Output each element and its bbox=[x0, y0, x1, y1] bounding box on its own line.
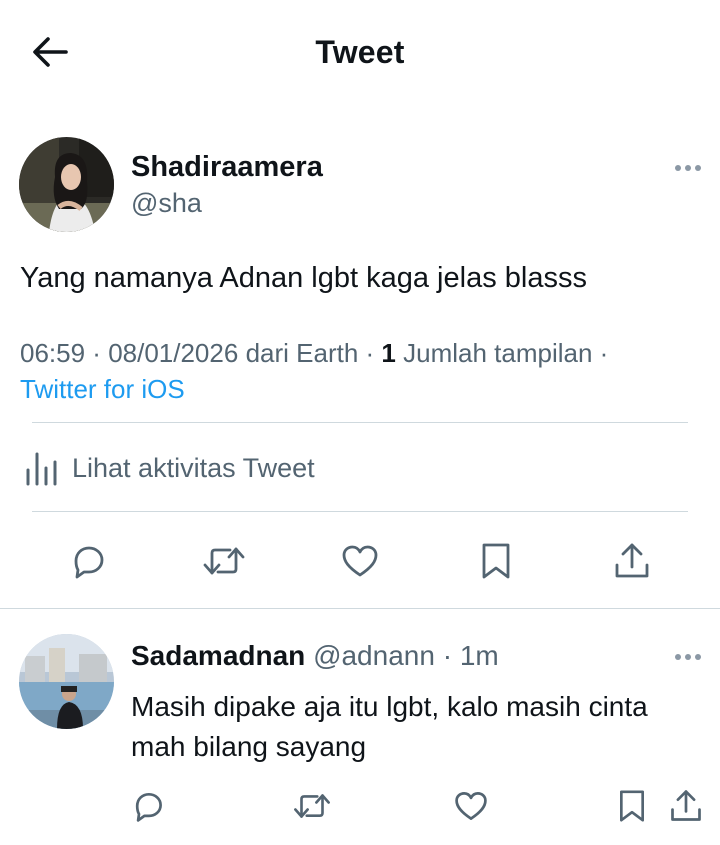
divider bbox=[32, 511, 688, 512]
reply-author-handle[interactable]: @adnann bbox=[313, 640, 435, 671]
share-icon bbox=[671, 790, 701, 821]
view-activity-button[interactable]: Lihat aktivitas Tweet bbox=[24, 446, 315, 490]
tweet-metadata: 06:59 · 08/01/2026 dari Earth · 1 Jumlah… bbox=[20, 338, 609, 404]
like-button[interactable] bbox=[336, 539, 384, 583]
reply-retweet-button[interactable] bbox=[290, 786, 334, 826]
page-title: Tweet bbox=[315, 34, 405, 70]
heart-icon bbox=[342, 545, 378, 577]
heart-icon bbox=[455, 792, 487, 820]
bookmark-button[interactable] bbox=[474, 539, 518, 583]
retweet-icon bbox=[294, 794, 330, 818]
tweet-date: 08/01/2026 bbox=[108, 338, 239, 368]
bar-chart-icon bbox=[26, 452, 57, 486]
top-bar: Tweet bbox=[0, 0, 720, 105]
share-button[interactable] bbox=[610, 539, 654, 583]
bookmark-icon bbox=[482, 543, 510, 579]
reply-header: Sadamadnan @adnann · 1m bbox=[131, 640, 499, 671]
tweet-more-button[interactable] bbox=[668, 158, 708, 178]
reply-button[interactable] bbox=[64, 539, 112, 583]
tweet-location: Earth bbox=[296, 338, 359, 368]
reply-bookmark-button[interactable] bbox=[612, 786, 652, 826]
bookmark-icon bbox=[620, 790, 644, 822]
reply-icon bbox=[74, 546, 104, 579]
author-avatar[interactable] bbox=[19, 137, 114, 232]
author-name[interactable]: Shadiraamera bbox=[131, 151, 323, 184]
reply-like-button[interactable] bbox=[451, 786, 491, 826]
tweet-time: 06:59 bbox=[20, 338, 86, 368]
more-horizontal-icon bbox=[675, 165, 701, 171]
location-prefix: dari bbox=[245, 338, 289, 368]
reply-author-avatar[interactable] bbox=[19, 634, 114, 729]
tweet-source-link[interactable]: Twitter for iOS bbox=[20, 374, 185, 404]
divider bbox=[32, 422, 688, 423]
section-divider bbox=[0, 608, 720, 609]
views-count: 1 bbox=[381, 338, 396, 368]
tweet-text: Yang namanya Adnan lgbt kaga jelas blass… bbox=[20, 262, 587, 294]
reply-icon bbox=[135, 792, 162, 822]
retweet-button[interactable] bbox=[198, 539, 250, 583]
reply-text: Masih dipake aja itu lgbt, kalo masih ci… bbox=[131, 691, 648, 762]
reply-more-button[interactable] bbox=[668, 647, 708, 667]
reply-author-name[interactable]: Sadamadnan bbox=[131, 640, 305, 671]
views-label: Jumlah tampilan bbox=[403, 338, 593, 368]
reply-time: 1m bbox=[459, 640, 499, 671]
view-activity-label: Lihat aktivitas Tweet bbox=[72, 452, 315, 483]
more-horizontal-icon bbox=[675, 654, 701, 660]
reply-share-button[interactable] bbox=[666, 786, 706, 826]
author-handle[interactable]: @sha bbox=[131, 188, 202, 219]
retweet-icon bbox=[203, 547, 245, 575]
share-icon bbox=[615, 543, 649, 578]
reply-reply-button[interactable] bbox=[128, 786, 168, 826]
